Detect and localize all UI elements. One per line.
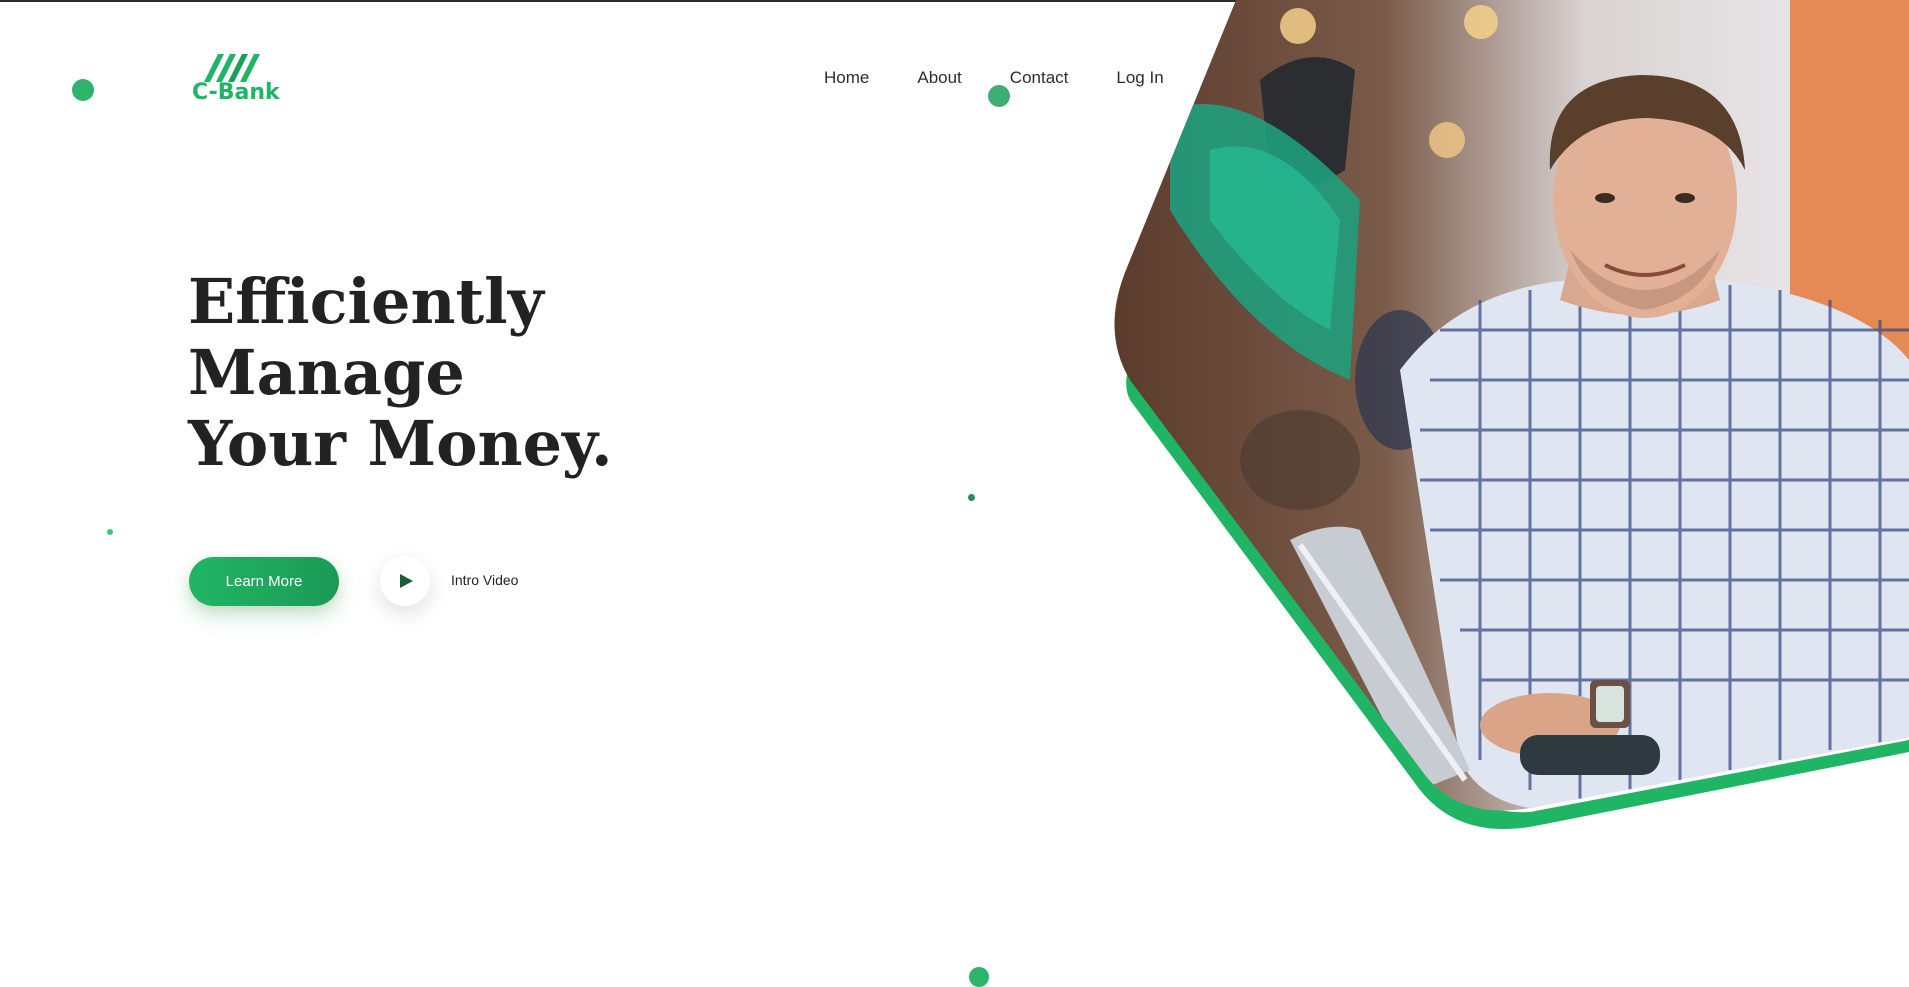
decor-dot: [969, 967, 989, 987]
brand-logo[interactable]: C-Bank: [192, 50, 292, 105]
decor-dot: [968, 494, 975, 501]
learn-more-button[interactable]: Learn More: [189, 557, 339, 606]
nav-home-link[interactable]: Home: [824, 68, 869, 88]
nav-contact-link[interactable]: Contact: [1010, 68, 1069, 88]
stripes-logo-icon: [204, 54, 260, 82]
hero-title-line: Efficiently: [188, 265, 544, 338]
nav-about-link[interactable]: About: [917, 68, 961, 88]
decor-dot: [988, 85, 1010, 107]
play-icon: [400, 574, 413, 588]
brand-name: C-Bank: [192, 80, 280, 105]
hero-title-line: Your Money.: [188, 407, 613, 480]
intro-video-play-button[interactable]: [380, 556, 430, 606]
hero-photo: [1114, 0, 1909, 830]
decor-dot: [107, 529, 113, 535]
intro-video-label[interactable]: Intro Video: [451, 572, 518, 588]
decor-dot: [72, 79, 94, 101]
hero-title: Efficiently Manage Your Money.: [188, 266, 613, 479]
hero-title-line: Manage: [188, 336, 465, 409]
